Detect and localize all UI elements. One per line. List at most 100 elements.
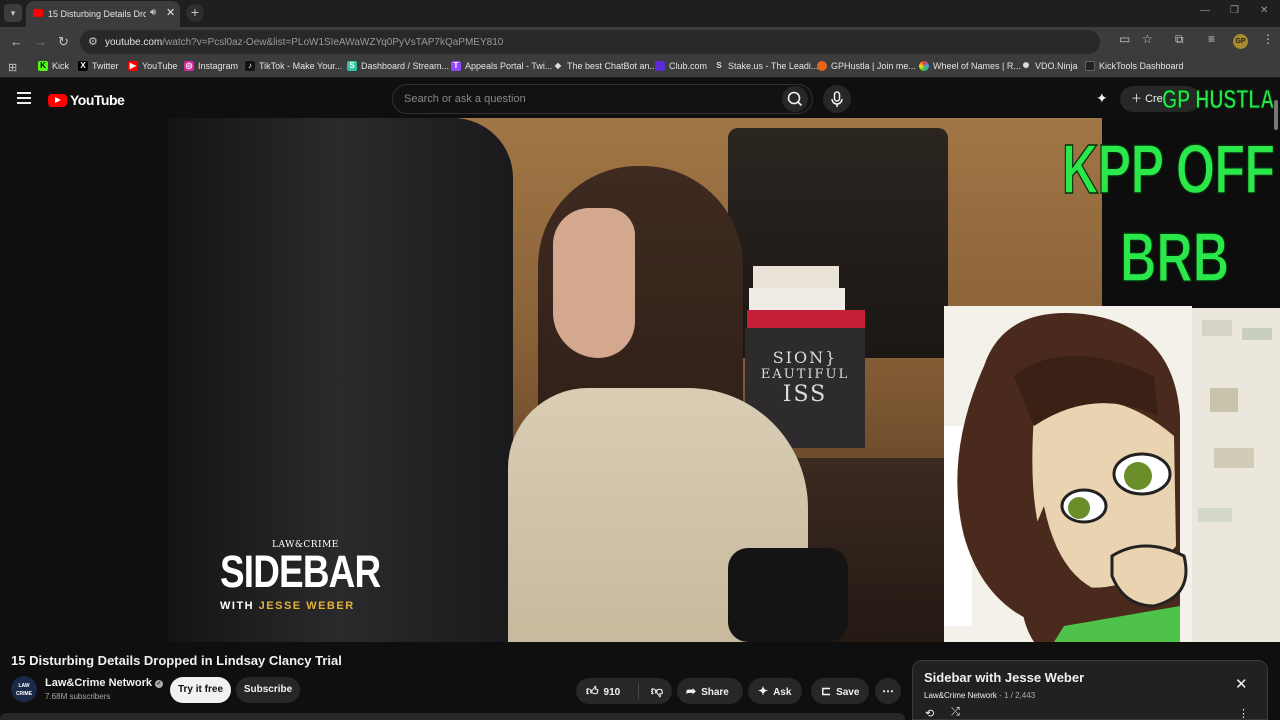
overlay-channel-tag: GP HUSTLA (1162, 84, 1275, 115)
overlay-status-line-2: BRB (1119, 218, 1230, 296)
extensions-icon[interactable]: ⧉ (1175, 32, 1184, 47)
youtube-logo-text: YouTube (70, 92, 125, 108)
youtube-icon: ▶ (128, 61, 138, 71)
bookmark-tiktok[interactable]: ♪ TikTok - Make Your... (245, 61, 342, 71)
like-divider (638, 683, 639, 699)
bookmark-twitter[interactable]: X Twitter (78, 61, 119, 71)
close-window-icon[interactable]: ✕ (1260, 5, 1268, 16)
dislike-button[interactable]: 👎︎ (642, 678, 672, 704)
tab-title: 15 Disturbing Details Dropp (48, 9, 146, 19)
bookmark-icon: ⊏ (821, 684, 832, 698)
apps-icon[interactable]: ⊞ (8, 61, 17, 74)
verified-icon: ✓ (154, 680, 163, 688)
address-bar[interactable]: ⚙︎ youtube.com/watch?v=Pcsl0az-Oew&list=… (80, 30, 1100, 54)
voice-search-button[interactable] (823, 85, 851, 113)
more-actions-button[interactable]: ⋯ (875, 678, 901, 704)
bookmark-kick[interactable]: K Kick (38, 61, 69, 71)
bookmark-label: TikTok - Make Your... (259, 61, 343, 71)
like-dislike-group: 👍︎ 910 👎︎ (576, 678, 672, 704)
chatbot-icon: ◆ (554, 61, 562, 70)
page-scrollbar[interactable] (1274, 100, 1278, 130)
kebab-menu-icon[interactable]: ⋮ (1262, 32, 1274, 46)
video-wheelchair (728, 548, 848, 642)
ask-button[interactable]: ✦ Ask (748, 678, 802, 704)
close-playlist-icon[interactable]: ✕ (1235, 675, 1248, 693)
star-icon[interactable]: ☆ (1142, 32, 1153, 46)
like-count: 910 (603, 687, 621, 698)
bookmark-label: Instagram (198, 61, 239, 71)
new-tab-button[interactable]: + (186, 4, 204, 22)
menu-icon[interactable] (17, 92, 31, 104)
bookmark-streamlabs[interactable]: S Dashboard / Stream... (347, 61, 449, 71)
playlist-owner[interactable]: Law&Crime Network (924, 691, 997, 700)
share-button[interactable]: ➦ Share (677, 678, 743, 704)
cast-icon[interactable]: ▭ (1119, 32, 1130, 46)
playlist-title[interactable]: Sidebar with Jesse Weber (924, 670, 1084, 685)
overlay-wall-strip (1192, 308, 1280, 642)
search-box[interactable] (392, 84, 813, 114)
microphone-icon (831, 91, 843, 107)
bookmarks-bar: ⊞ K Kick X Twitter ▶ YouTube ◎ Instagram ♪ Ti… (0, 57, 1280, 78)
twitch-icon: T (451, 61, 461, 71)
save-button[interactable]: ⊏ Save (811, 678, 869, 704)
tiktok-icon: ♪ (245, 61, 255, 71)
search-icon (787, 91, 803, 107)
search-input[interactable] (404, 93, 764, 105)
sidebar-wordmark: SIDEBAR (220, 546, 381, 597)
shuffle-icon[interactable]: ⤮ (951, 706, 960, 719)
channel-avatar[interactable]: LAW CRIME (11, 676, 37, 702)
bookmark-kicktools[interactable]: KickTools Dashboard (1085, 61, 1184, 71)
bookmark-label: Twitter (92, 61, 119, 71)
bookmark-label: Wheel of Names | R... (933, 61, 1021, 71)
bookmark-chatbot[interactable]: ◆ The best ChatBot an... (553, 61, 657, 71)
active-tab[interactable]: 15 Disturbing Details Dropp 🔊︎ ✕ (26, 1, 180, 27)
bookmark-vdo-ninja[interactable]: ✺ VDO.Ninja (1021, 61, 1078, 71)
bookmark-youtube[interactable]: ▶ YouTube (128, 61, 177, 71)
video-title: 15 Disturbing Details Dropped in Lindsay… (11, 653, 342, 668)
kicktools-icon (1085, 61, 1095, 71)
loop-icon[interactable]: ⟲ (925, 707, 934, 720)
bookmark-label: Club.com (669, 61, 708, 71)
description-box-edge[interactable] (0, 713, 905, 720)
bookmark-twitch-appeals[interactable]: T Appeals Portal - Twi... (451, 61, 552, 71)
close-tab-icon[interactable]: ✕ (166, 6, 175, 19)
back-icon[interactable]: ← (10, 34, 23, 49)
media-icon[interactable]: ≡ (1208, 32, 1215, 46)
playlist-meta: Law&Crime Network - 1 / 2,443 (924, 691, 1036, 700)
channel-name-text: Law&Crime Network (45, 677, 152, 689)
playlist-more-icon[interactable]: ⋮ (1238, 707, 1249, 720)
gphustla-icon (817, 61, 827, 71)
youtube-logo[interactable]: YouTube (48, 92, 125, 108)
youtube-favicon-icon (33, 9, 43, 17)
browser-tab-strip: ▾ 15 Disturbing Details Dropp 🔊︎ ✕ + — ❐… (0, 0, 1280, 27)
forward-icon[interactable]: → (34, 34, 47, 49)
tab-search-icon[interactable]: ▾ (4, 4, 22, 22)
sparkle-icon: ✦ (758, 684, 769, 698)
reload-icon[interactable]: ↻ (58, 34, 69, 50)
bookmark-instagram[interactable]: ◎ Instagram (184, 61, 238, 71)
shorts-sparkle-icon[interactable]: ✦ (1096, 90, 1108, 107)
like-button[interactable]: 👍︎ 910 (576, 678, 638, 704)
maximize-icon[interactable]: ❐ (1230, 5, 1239, 16)
thumbs-up-icon: 👍︎ (586, 684, 599, 698)
search-button[interactable] (782, 86, 808, 112)
share-arrow-icon: ➦ (686, 684, 697, 698)
minimize-icon[interactable]: — (1200, 5, 1210, 16)
profile-avatar[interactable]: GP (1233, 34, 1248, 49)
bookmark-gphustla[interactable]: GPHustla | Join me... (817, 61, 916, 71)
bookmark-stake[interactable]: S Stake.us - The Leadi... (714, 61, 818, 71)
speaker-icon[interactable]: 🔊︎ (150, 7, 156, 18)
channel-name[interactable]: Law&Crime Network ✓ (45, 677, 163, 689)
wheel-icon (919, 61, 929, 71)
site-info-icon[interactable]: ⚙︎ (88, 35, 98, 48)
bookmark-wheel-of-names[interactable]: Wheel of Names | R... (919, 61, 1021, 71)
ask-label: Ask (773, 687, 792, 698)
playlist-panel: Sidebar with Jesse Weber Law&Crime Netwo… (912, 660, 1268, 720)
try-it-free-button[interactable]: Try it free (170, 677, 231, 703)
bookmark-label: Kick (52, 61, 70, 71)
vdo-ninja-icon: ✺ (1022, 61, 1030, 70)
share-label: Share (701, 687, 729, 698)
youtube-masthead: YouTube (0, 79, 1280, 118)
bookmark-club[interactable]: Club.com (655, 61, 707, 71)
subscribe-button[interactable]: Subscribe (236, 677, 300, 703)
